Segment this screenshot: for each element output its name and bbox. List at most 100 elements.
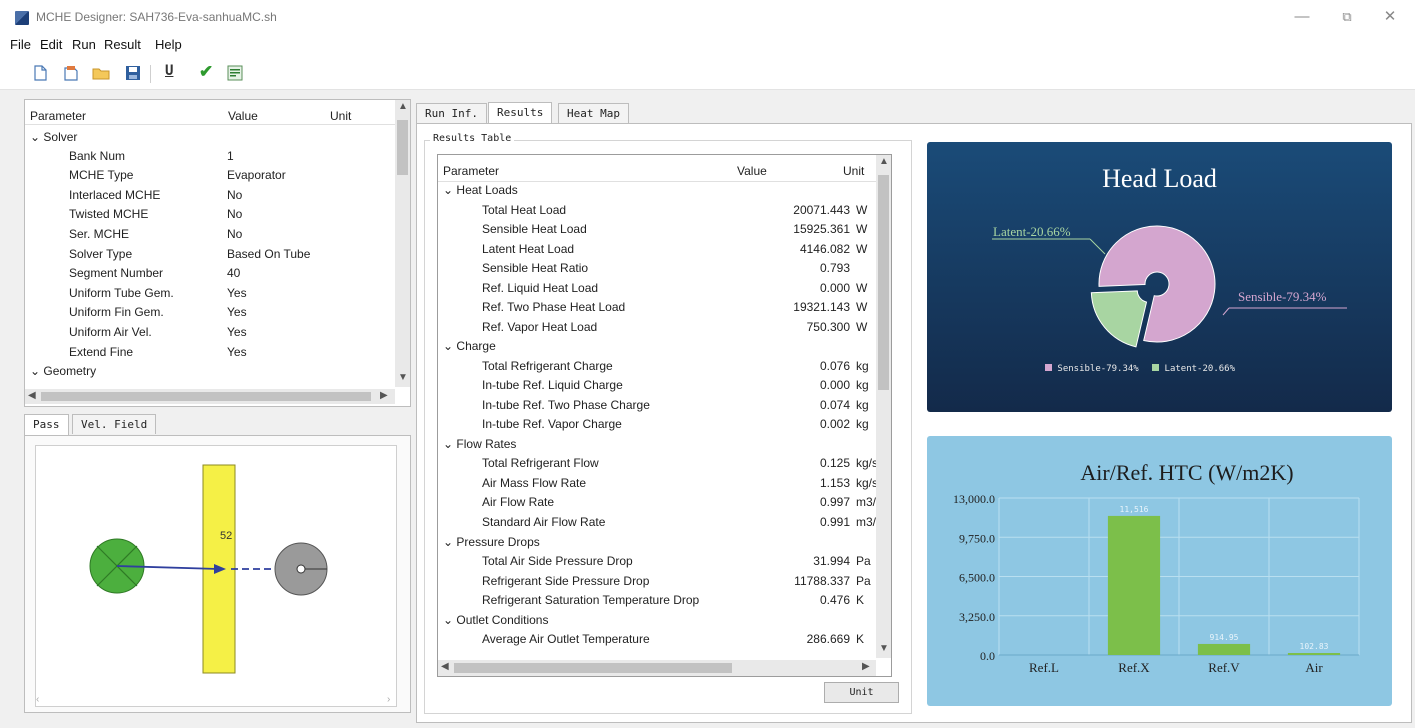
- result-name: Ref. Liquid Heat Load: [482, 281, 599, 295]
- tree-group-label: Charge: [456, 339, 496, 353]
- tree-group-flow-rates[interactable]: ⌄ Flow Rates: [443, 437, 516, 451]
- tree-group-label: Outlet Conditions: [456, 613, 549, 627]
- check-icon[interactable]: ✔: [199, 62, 217, 81]
- results-header-value[interactable]: Value: [737, 164, 767, 178]
- app-icon: [15, 11, 29, 25]
- save-icon[interactable]: [124, 64, 142, 82]
- tree-group-heat-loads[interactable]: ⌄ Heat Loads: [443, 183, 518, 197]
- unit-button[interactable]: Unit: [824, 682, 899, 703]
- y-tick-label: 3,250.0: [959, 610, 995, 624]
- scroll-left-icon[interactable]: ◀: [28, 390, 36, 401]
- scroll-right-icon[interactable]: ▶: [862, 661, 870, 672]
- tree-group-pressure-drops[interactable]: ⌄ Pressure Drops: [443, 535, 540, 549]
- param-value[interactable]: 40: [227, 266, 240, 280]
- tree-group-geometry[interactable]: ⌄ Geometry: [30, 364, 96, 378]
- result-name: Air Mass Flow Rate: [482, 476, 587, 490]
- param-value[interactable]: 1: [227, 149, 234, 163]
- param-name: Solver Type: [69, 247, 133, 261]
- result-value: 15925.361: [793, 222, 850, 236]
- tree-group-label: Geometry: [43, 364, 97, 378]
- tab-results[interactable]: Results: [488, 102, 553, 124]
- vertical-scrollbar[interactable]: ▲ ▼: [876, 155, 891, 658]
- open-template-icon[interactable]: [62, 64, 80, 82]
- tab-vel-field[interactable]: Vel. Field: [72, 414, 157, 434]
- scroll-down-icon[interactable]: ▼: [879, 643, 889, 654]
- result-value: 4146.082: [799, 242, 850, 256]
- tab-heat-map[interactable]: Heat Map: [558, 103, 629, 123]
- param-value[interactable]: No: [227, 188, 242, 202]
- scrollbar-thumb[interactable]: [454, 663, 732, 673]
- result-unit: Pa: [856, 574, 871, 588]
- pass-panel: 52 ‹ ›: [24, 435, 411, 713]
- param-header-value[interactable]: Value: [228, 109, 258, 123]
- chevron-down-icon: ⌄: [30, 130, 41, 144]
- close-button[interactable]: ✕: [1375, 6, 1405, 28]
- tree-group-outlet-conditions[interactable]: ⌄ Outlet Conditions: [443, 613, 548, 627]
- param-value[interactable]: Yes: [227, 325, 247, 339]
- param-value[interactable]: Evaporator: [227, 168, 286, 182]
- horizontal-scrollbar[interactable]: ◀ ▶: [438, 660, 876, 676]
- scroll-up-icon[interactable]: ▲: [398, 101, 408, 112]
- chevron-down-icon: ⌄: [443, 613, 454, 627]
- scroll-left-icon[interactable]: ◀: [441, 661, 449, 672]
- menu-file[interactable]: File: [10, 37, 31, 52]
- menu-result[interactable]: Result: [104, 37, 141, 52]
- result-value: 0.125: [819, 456, 850, 470]
- result-value: 1.153: [819, 476, 850, 490]
- result-value: 750.300: [806, 320, 850, 334]
- param-value[interactable]: Yes: [227, 345, 247, 359]
- scrollbar-thumb[interactable]: [41, 392, 371, 401]
- param-value[interactable]: No: [227, 207, 242, 221]
- restore-button[interactable]: ⧉: [1332, 6, 1362, 28]
- tree-group-label: Heat Loads: [456, 183, 518, 197]
- scroll-right-icon[interactable]: ▶: [380, 390, 388, 401]
- param-value[interactable]: Yes: [227, 286, 247, 300]
- new-file-icon[interactable]: [31, 64, 49, 82]
- bar-svg: 13,000.0 9,750.0 6,500.0 3,250.0 0.0 Ref.L 11,…: [953, 492, 1360, 675]
- result-name: Air Flow Rate: [482, 495, 555, 509]
- menu-edit[interactable]: Edit: [40, 37, 62, 52]
- results-header-parameter[interactable]: Parameter: [443, 164, 499, 178]
- scrollbar-thumb[interactable]: [878, 175, 889, 390]
- param-value[interactable]: No: [227, 227, 242, 241]
- data-label: 11,516: [1120, 505, 1149, 514]
- scroll-left-icon[interactable]: ‹: [36, 694, 39, 705]
- results-header-unit[interactable]: Unit: [843, 164, 864, 178]
- result-unit: W: [856, 300, 868, 314]
- scrollbar-thumb[interactable]: [397, 120, 408, 175]
- scroll-up-icon[interactable]: ▲: [879, 156, 889, 167]
- scroll-down-icon[interactable]: ▼: [398, 372, 408, 383]
- tree-group-solver[interactable]: ⌄ Solver: [30, 130, 77, 144]
- param-header-unit[interactable]: Unit: [330, 109, 351, 123]
- x-tick-label: Ref.L: [1029, 660, 1059, 675]
- scroll-right-icon[interactable]: ›: [387, 694, 390, 705]
- menu-help[interactable]: Help: [155, 37, 182, 52]
- unit-icon[interactable]: U: [165, 63, 183, 81]
- result-value: 286.669: [806, 632, 850, 646]
- menu-run[interactable]: Run: [72, 37, 96, 52]
- param-name: Bank Num: [69, 149, 126, 163]
- result-unit: kg: [856, 359, 869, 373]
- vertical-scrollbar[interactable]: ▲ ▼: [395, 100, 410, 387]
- parameter-tree-panel: Parameter Value Unit ⌄ Solver Bank Num 1…: [24, 99, 411, 407]
- result-value: 0.000: [819, 378, 850, 392]
- param-name: Uniform Tube Gem.: [69, 286, 174, 300]
- results-table-title: Results Table: [430, 133, 515, 144]
- open-folder-icon[interactable]: [92, 64, 110, 82]
- result-unit: W: [856, 281, 868, 295]
- param-value[interactable]: Yes: [227, 305, 247, 319]
- result-unit: W: [856, 222, 868, 236]
- chevron-down-icon: ⌄: [443, 339, 454, 353]
- tree-group-charge[interactable]: ⌄ Charge: [443, 339, 496, 353]
- tree-group-label: Pressure Drops: [456, 535, 540, 549]
- tab-run-inf[interactable]: Run Inf.: [416, 103, 487, 123]
- param-value[interactable]: Based On Tube: [227, 247, 310, 261]
- header-divider: [438, 181, 878, 182]
- minimize-button[interactable]: —: [1287, 6, 1317, 28]
- tab-pass[interactable]: Pass: [24, 414, 69, 436]
- param-header-parameter[interactable]: Parameter: [30, 109, 86, 123]
- result-value: 0.074: [819, 398, 850, 412]
- result-name: In-tube Ref. Liquid Charge: [482, 378, 623, 392]
- horizontal-scrollbar[interactable]: ◀ ▶: [25, 389, 395, 404]
- export-icon[interactable]: [226, 64, 244, 82]
